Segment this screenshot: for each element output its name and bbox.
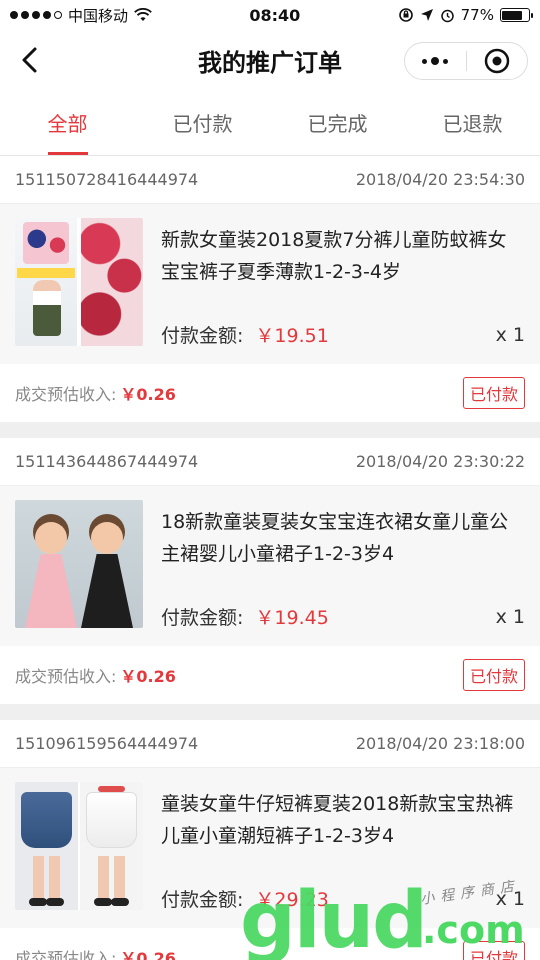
- income-row: 成交预估收入: ￥0.26: [15, 663, 176, 687]
- target-close-icon: [484, 48, 509, 74]
- nav-bar: 我的推广订单: [0, 30, 540, 90]
- income-value: ￥0.26: [120, 385, 176, 404]
- tab-0[interactable]: 全部: [0, 90, 135, 155]
- status-badge: 已付款: [462, 377, 525, 409]
- more-dots-icon: [422, 57, 449, 65]
- status-badge: 已付款: [462, 941, 525, 960]
- order-footer: 成交预估收入: ￥0.26 已付款: [0, 928, 540, 960]
- income-label: 成交预估收入:: [15, 949, 117, 960]
- status-right: 77%: [398, 6, 533, 24]
- order-info: 童装女童牛仔短裤夏装2018新款宝宝热裤儿童小童潮短裤子1-2-3岁4 付款金额:…: [161, 782, 525, 914]
- quantity: x 1: [495, 323, 525, 346]
- product-title: 童装女童牛仔短裤夏装2018新款宝宝热裤儿童小童潮短裤子1-2-3岁4: [161, 793, 514, 847]
- tab-3[interactable]: 已退款: [405, 90, 540, 155]
- income-value: ￥0.26: [120, 949, 176, 960]
- price-value: ￥19.51: [255, 325, 329, 347]
- income-row: 成交预估收入: ￥0.26: [15, 381, 176, 405]
- price-label: 付款金额:: [161, 325, 244, 347]
- signal-icon: [10, 11, 62, 19]
- order-card[interactable]: 151150728416444974 2018/04/20 23:54:30 新款女…: [0, 156, 540, 422]
- location-icon: [420, 9, 433, 21]
- order-info: 18新款童装夏装女宝宝连衣裙女童儿童公主裙婴儿小童裙子1-2-3岁4 付款金额: ￥…: [161, 500, 525, 632]
- page-title: 我的推广订单: [198, 48, 342, 77]
- mini-program-capsule: [404, 42, 528, 80]
- order-header: 151150728416444974 2018/04/20 23:54:30: [0, 156, 540, 204]
- order-card[interactable]: 151143644867444974 2018/04/20 23:30:22 18新…: [0, 438, 540, 704]
- order-id: 151143644867444974: [15, 452, 199, 471]
- quantity: x 1: [495, 605, 525, 628]
- status-bar: 中国移动 08:40 77%: [0, 0, 540, 30]
- more-button[interactable]: [405, 43, 466, 79]
- order-product[interactable]: 18新款童装夏装女宝宝连衣裙女童儿童公主裙婴儿小童裙子1-2-3岁4 付款金额: ￥…: [0, 486, 540, 646]
- income-row: 成交预估收入: ￥0.26: [15, 945, 176, 960]
- status-time: 08:40: [249, 5, 301, 25]
- order-id: 151150728416444974: [15, 170, 199, 189]
- income-label: 成交预估收入:: [15, 385, 117, 404]
- income-value: ￥0.26: [120, 667, 176, 686]
- price-value: ￥29.23: [255, 889, 329, 911]
- chevron-left-icon: [22, 47, 37, 73]
- order-header: 151143644867444974 2018/04/20 23:30:22: [0, 438, 540, 486]
- order-tabs: 全部 已付款 已完成 已退款: [0, 90, 540, 156]
- order-footer: 成交预估收入: ￥0.26 已付款: [0, 646, 540, 704]
- order-product[interactable]: 童装女童牛仔短裤夏装2018新款宝宝热裤儿童小童潮短裤子1-2-3岁4 付款金额:…: [0, 768, 540, 928]
- income-label: 成交预估收入:: [15, 667, 117, 686]
- price-row: 付款金额: ￥29.23 x 1: [161, 885, 525, 912]
- back-button[interactable]: [12, 42, 48, 78]
- product-image[interactable]: [15, 218, 143, 346]
- status-badge: 已付款: [462, 659, 525, 691]
- order-card[interactable]: 151096159564444974 2018/04/20 23:18:00 童装女…: [0, 720, 540, 960]
- battery-icon: [499, 8, 533, 22]
- order-datetime: 2018/04/20 23:54:30: [355, 170, 525, 189]
- product-image[interactable]: [15, 500, 143, 628]
- carrier-label: 中国移动: [68, 6, 129, 25]
- order-id: 151096159564444974: [15, 734, 199, 753]
- order-datetime: 2018/04/20 23:18:00: [355, 734, 525, 753]
- order-info: 新款女童装2018夏款7分裤儿童防蚊裤女宝宝裤子夏季薄款1-2-3-4岁付款金额…: [161, 218, 525, 350]
- price-label: 付款金额:: [161, 889, 244, 911]
- tab-1[interactable]: 已付款: [135, 90, 270, 155]
- orientation-lock-icon: [398, 8, 413, 22]
- product-title: 18新款童装夏装女宝宝连衣裙女童儿童公主裙婴儿小童裙子1-2-3岁4: [161, 511, 509, 565]
- order-list: 151150728416444974 2018/04/20 23:54:30 新款女…: [0, 156, 540, 960]
- tab-2[interactable]: 已完成: [270, 90, 405, 155]
- quantity: x 1: [495, 887, 525, 910]
- battery-percent: 77%: [460, 6, 494, 24]
- product-title: 新款女童装2018夏款7分裤儿童防蚊裤女宝宝裤子夏季薄款1-2-3-4岁: [161, 229, 507, 283]
- product-image[interactable]: [15, 782, 143, 910]
- wifi-icon: [134, 8, 152, 21]
- price-label: 付款金额:: [161, 607, 244, 629]
- status-left: 中国移动: [10, 5, 152, 26]
- alarm-icon: [440, 9, 454, 22]
- order-datetime: 2018/04/20 23:30:22: [355, 452, 525, 471]
- price-row: 付款金额: ￥19.51 x 1: [161, 321, 525, 348]
- price-value: ￥19.45: [255, 607, 329, 629]
- close-mini-program-button[interactable]: [467, 43, 528, 79]
- price-row: 付款金额: ￥19.45 x 1: [161, 603, 525, 630]
- order-product[interactable]: 新款女童装2018夏款7分裤儿童防蚊裤女宝宝裤子夏季薄款1-2-3-4岁付款金额…: [0, 204, 540, 364]
- order-footer: 成交预估收入: ￥0.26 已付款: [0, 364, 540, 422]
- order-header: 151096159564444974 2018/04/20 23:18:00: [0, 720, 540, 768]
